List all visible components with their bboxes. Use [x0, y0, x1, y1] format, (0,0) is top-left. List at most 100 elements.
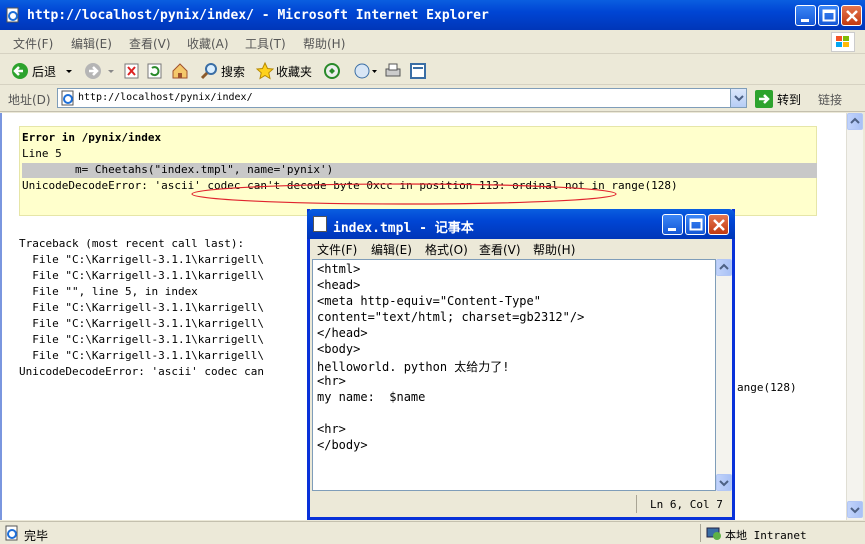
text-line: <html>	[317, 262, 361, 276]
home-icon[interactable]	[170, 61, 190, 81]
notepad-menu-file[interactable]: 文件(F)	[317, 241, 357, 258]
traceback-line: File "C:\Karrigell-3.1.1\karrigell\	[19, 349, 265, 362]
maximize-icon	[822, 9, 836, 22]
notepad-maximize-button[interactable]	[685, 214, 706, 235]
text-line: <hr>	[317, 374, 346, 388]
text-line: <meta http-equiv="Content-Type"	[317, 294, 541, 308]
notepad-title-bar[interactable]: index.tmpl - 记事本	[307, 209, 735, 239]
ie-toolbar: 后退 搜索 收藏夹	[0, 55, 865, 85]
traceback-error: UnicodeDecodeError: 'ascii' codec can	[19, 365, 265, 378]
traceback-line: File "", line 5, in index	[19, 285, 198, 298]
refresh-icon[interactable]	[146, 61, 164, 81]
text-line: content="text/html; charset=gb2312"/>	[317, 310, 585, 324]
mail-icon[interactable]	[353, 61, 377, 81]
address-input[interactable]: http://localhost/pynix/index/	[57, 88, 747, 108]
status-text: 完毕	[24, 529, 49, 543]
menu-view[interactable]: 查看(V)	[129, 35, 171, 52]
links-button[interactable]: 链接	[818, 91, 842, 108]
notepad-text-area[interactable]: <html> <head> <meta http-equiv="Content-…	[312, 259, 716, 491]
chevron-up-icon	[850, 117, 860, 124]
text-line: helloworld. python 太给力了!	[317, 360, 510, 374]
maximize-button[interactable]	[818, 5, 839, 26]
traceback-line: File "C:\Karrigell-3.1.1\karrigell\	[19, 317, 265, 330]
error-box: Error in /pynix/index Line 5 m= Cheetahs…	[19, 126, 817, 216]
menu-favorites[interactable]: 收藏(A)	[187, 35, 229, 52]
back-button[interactable]: 后退	[32, 63, 56, 80]
stop-icon[interactable]	[123, 61, 141, 81]
menu-help[interactable]: 帮助(H)	[303, 35, 345, 52]
favorites-button[interactable]: 收藏夹	[276, 63, 312, 80]
close-icon	[846, 10, 858, 22]
minimize-button[interactable]	[795, 5, 816, 26]
ie-title-bar[interactable]: http://localhost/pynix/index/ - Microsof…	[0, 0, 865, 30]
back-dropdown-icon[interactable]	[64, 61, 74, 81]
forward-dropdown-icon[interactable]	[106, 61, 116, 81]
text-line: </body>	[317, 438, 368, 452]
text-line: </head>	[317, 326, 368, 340]
traceback-line: File "C:\Karrigell-3.1.1\karrigell\	[19, 269, 265, 282]
address-bar: 地址(D) http://localhost/pynix/index/ 转到 链…	[0, 86, 865, 112]
search-icon[interactable]	[200, 61, 220, 81]
address-label: 地址(D)	[8, 93, 51, 107]
notepad-scroll-up-button[interactable]	[716, 259, 732, 276]
maximize-icon	[689, 218, 703, 231]
ie-menu-bar: 文件(F) 编辑(E) 查看(V) 收藏(A) 工具(T) 帮助(H)	[0, 30, 865, 54]
search-button[interactable]: 搜索	[221, 63, 245, 80]
back-arrow-icon[interactable]	[10, 61, 30, 81]
notepad-minimize-button[interactable]	[662, 214, 683, 235]
text-line: my name: $name	[317, 390, 426, 404]
text-line: <head>	[317, 278, 361, 292]
go-button[interactable]: 转到	[777, 91, 801, 108]
traceback-line: File "C:\Karrigell-3.1.1\karrigell\	[19, 333, 265, 346]
forward-arrow-icon[interactable]	[83, 61, 103, 81]
address-url: http://localhost/pynix/index/	[78, 92, 253, 103]
status-divider	[700, 524, 701, 542]
page-scrollbar[interactable]	[846, 113, 863, 520]
traceback-line: File "C:\Karrigell-3.1.1\karrigell\	[19, 253, 265, 266]
red-annotation-ellipse	[191, 183, 617, 205]
menu-tools[interactable]: 工具(T)	[245, 35, 286, 52]
menu-file[interactable]: 文件(F)	[13, 35, 53, 52]
notepad-close-button[interactable]	[708, 214, 729, 235]
print-icon[interactable]	[383, 61, 403, 81]
intranet-zone-icon	[706, 527, 721, 540]
minimize-icon	[668, 228, 676, 231]
ie-document-icon	[6, 7, 19, 23]
chevron-down-icon	[850, 507, 860, 514]
favorites-star-icon[interactable]	[255, 61, 275, 81]
scroll-up-button[interactable]	[847, 113, 863, 130]
status-bar: 完毕 本地 Intranet	[0, 521, 865, 544]
notepad-window[interactable]: index.tmpl - 记事本 文件(F) 编辑(E) 格式(O) 查看(V)…	[307, 209, 735, 520]
windows-logo-icon	[831, 32, 855, 52]
address-dropdown-button[interactable]	[730, 89, 746, 107]
scroll-down-button[interactable]	[847, 501, 863, 518]
notepad-scroll-down-button[interactable]	[716, 474, 732, 491]
security-zone: 本地 Intranet	[725, 529, 807, 542]
traceback-line: File "C:\Karrigell-3.1.1\karrigell\	[19, 301, 265, 314]
media-icon[interactable]	[322, 61, 342, 81]
notepad-menu-format[interactable]: 格式(O)	[425, 241, 468, 258]
edit-icon[interactable]	[408, 61, 428, 81]
notepad-status-bar: Ln 6, Col 7	[310, 493, 732, 515]
chevron-down-icon	[719, 480, 729, 487]
notepad-title: index.tmpl - 记事本	[333, 221, 474, 236]
notepad-menu-edit[interactable]: 编辑(E)	[371, 241, 412, 258]
cursor-position: Ln 6, Col 7	[650, 498, 723, 511]
notepad-menu-help[interactable]: 帮助(H)	[533, 241, 575, 258]
traceback-header: Traceback (most recent call last):	[19, 237, 245, 250]
menu-edit[interactable]: 编辑(E)	[71, 35, 112, 52]
notepad-scrollbar[interactable]	[716, 259, 732, 491]
go-arrow-icon[interactable]	[754, 89, 774, 109]
window-title: http://localhost/pynix/index/ - Microsof…	[27, 8, 489, 23]
error-heading: Error in /pynix/index	[22, 131, 162, 144]
close-button[interactable]	[841, 5, 862, 26]
text-line: <body>	[317, 342, 361, 356]
chevron-down-icon	[734, 95, 744, 102]
error-code: m= Cheetahs("index.tmpl", name='pynix')	[22, 163, 334, 176]
notepad-menu-view[interactable]: 查看(V)	[479, 241, 521, 258]
text-line: <hr>	[317, 422, 346, 436]
error-line: Line 5	[22, 147, 62, 160]
status-divider	[636, 495, 637, 513]
close-icon	[713, 219, 725, 231]
notepad-menu-bar: 文件(F) 编辑(E) 格式(O) 查看(V) 帮助(H)	[310, 239, 732, 259]
